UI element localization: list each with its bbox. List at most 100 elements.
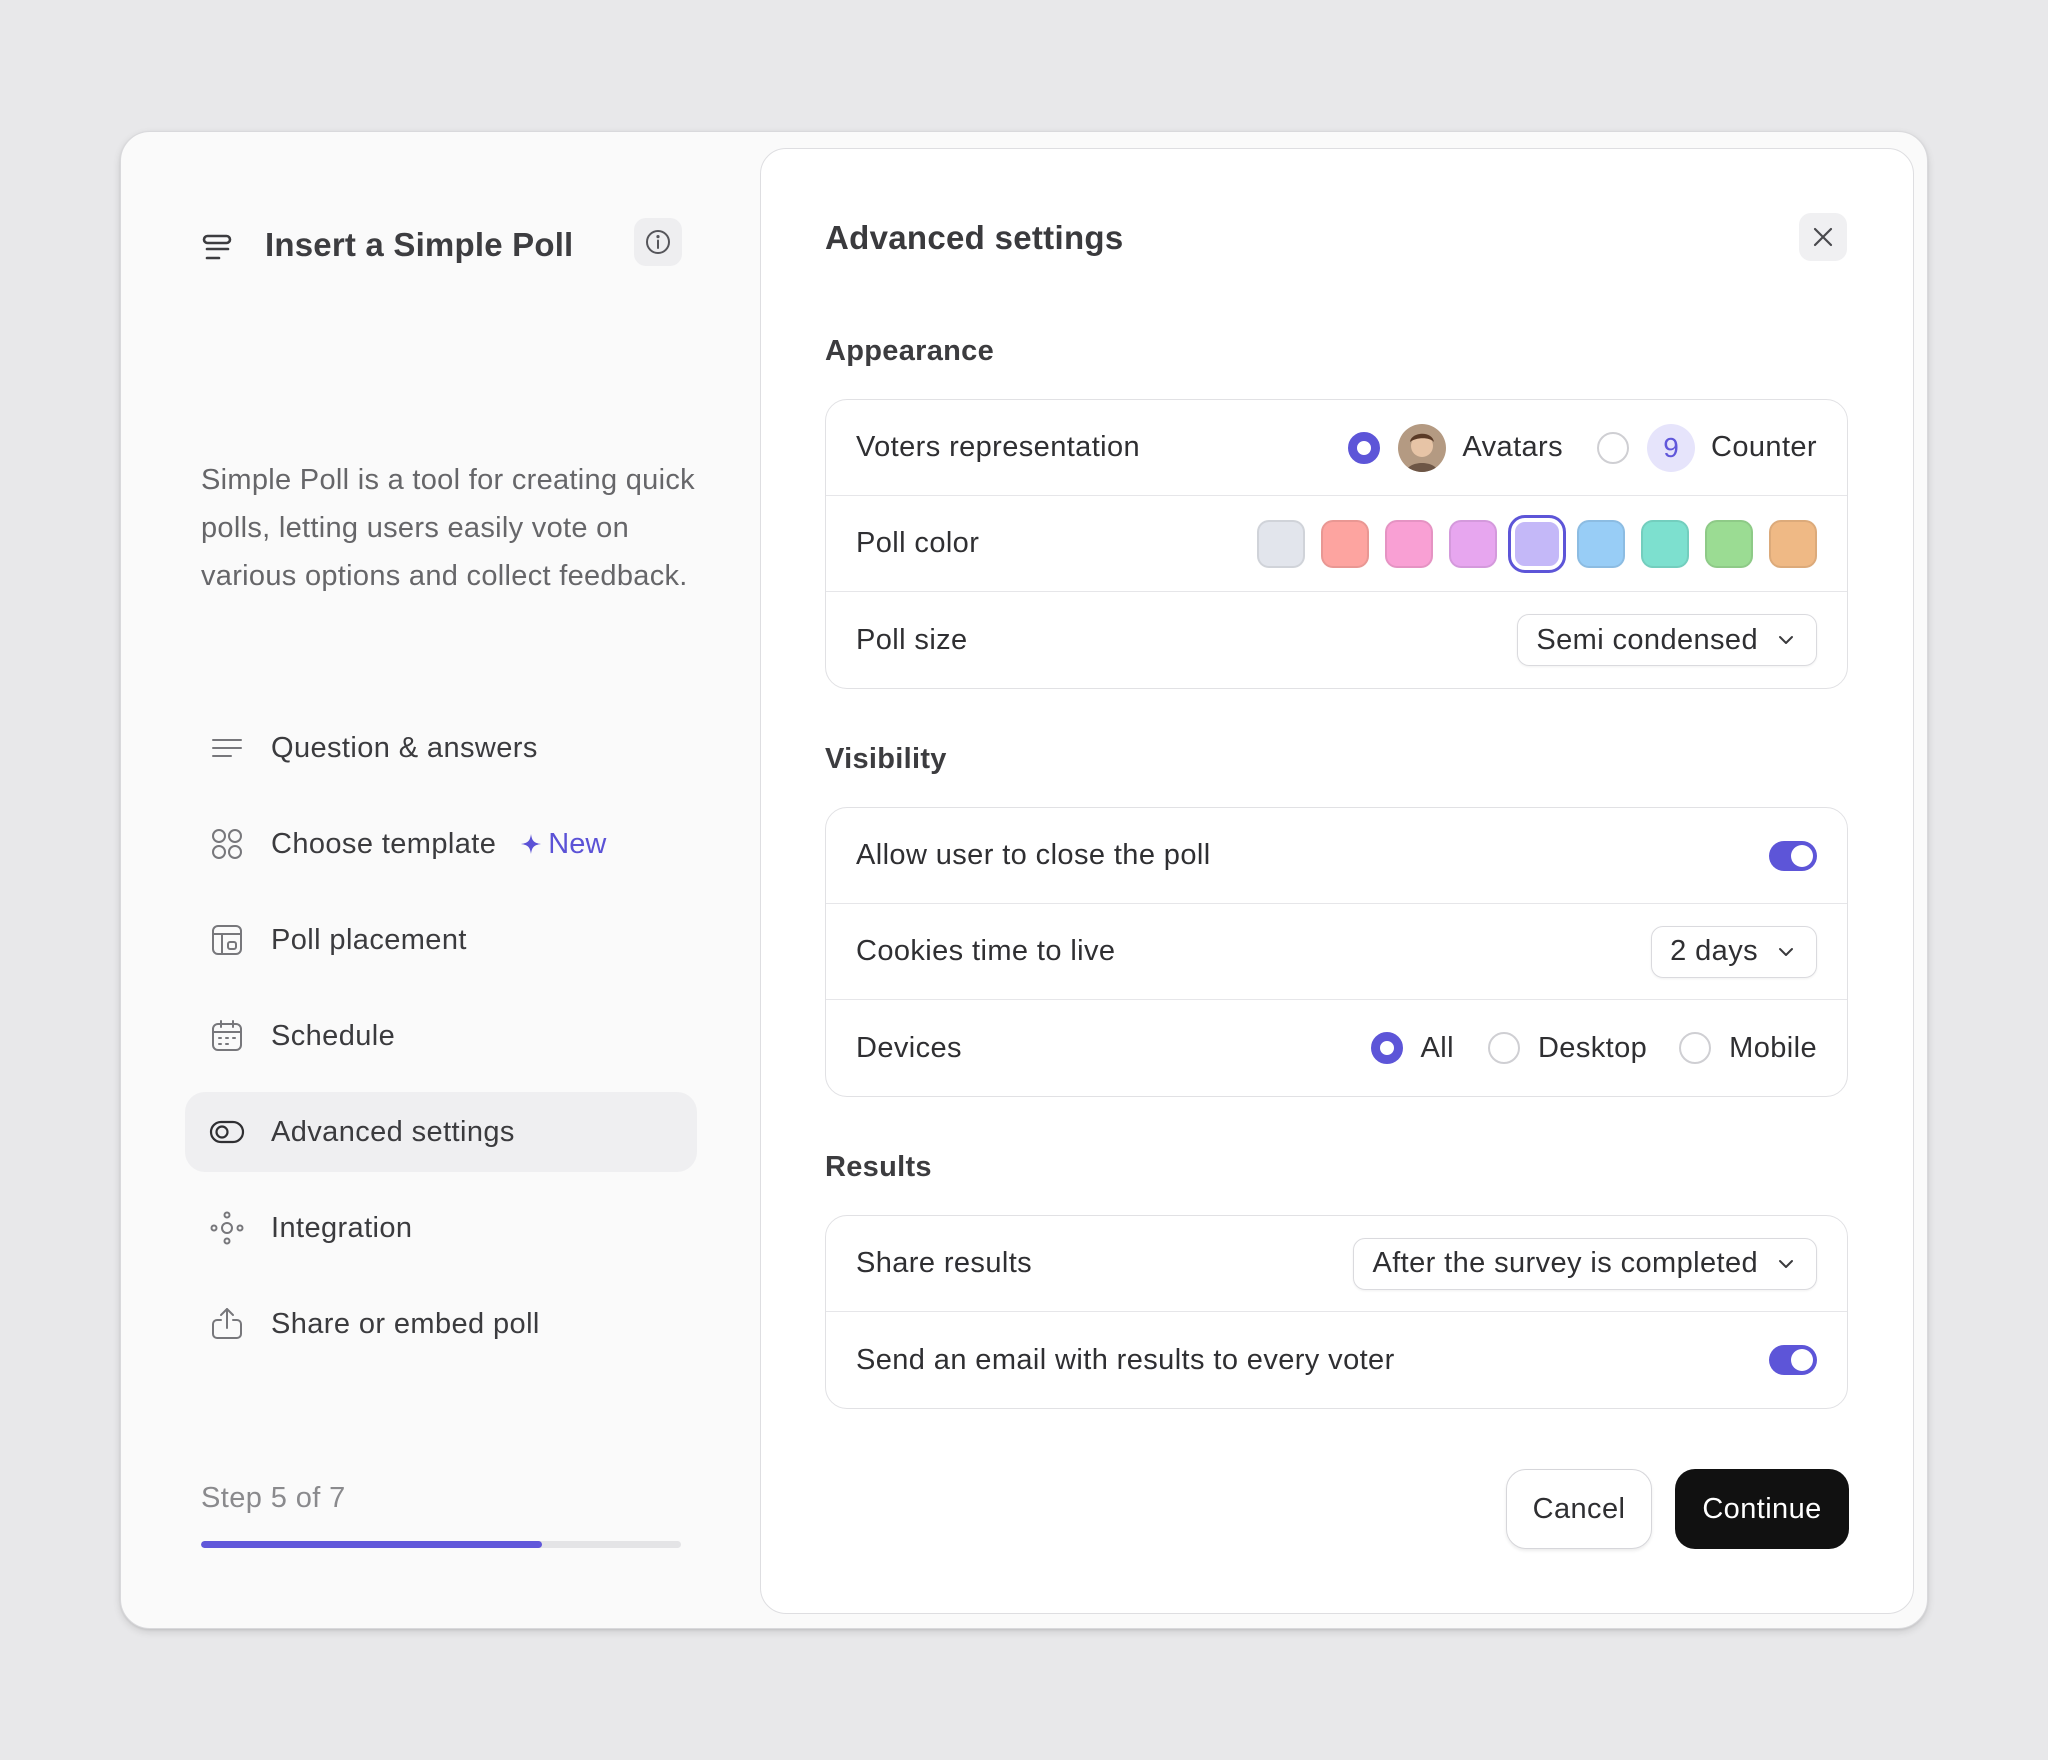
toggle-knob xyxy=(1791,844,1813,867)
sidebar-item-label: Share or embed poll xyxy=(271,1307,540,1340)
new-badge-label: New xyxy=(548,827,607,860)
toggle-knob xyxy=(1791,1349,1813,1371)
sidebar: Insert a Simple Poll Simple Poll is a to… xyxy=(121,132,761,1628)
calendar-icon xyxy=(212,1020,242,1051)
sidebar-header: Insert a Simple Poll xyxy=(201,214,801,280)
sidebar-nav: Question & answers Choose template New P… xyxy=(185,708,697,1380)
poll-size-value: Semi condensed xyxy=(1536,623,1758,656)
sparkle-icon xyxy=(521,834,542,854)
poll-logo-icon xyxy=(202,234,232,260)
color-swatch-gray[interactable] xyxy=(1257,519,1305,568)
color-swatch-orange[interactable] xyxy=(1769,519,1817,568)
close-button[interactable] xyxy=(1799,213,1847,261)
device-mobile-radio[interactable] xyxy=(1679,1032,1712,1064)
poll-color-label: Poll color xyxy=(856,527,980,559)
voters-representation-row: Voters representation Avatars 9 Counter xyxy=(826,400,1847,496)
avatar xyxy=(1398,423,1447,472)
info-button[interactable] xyxy=(634,218,682,266)
sidebar-item-label: Advanced settings xyxy=(271,1115,515,1148)
avatars-radio[interactable] xyxy=(1348,431,1381,464)
new-badge: New xyxy=(520,828,606,861)
devices-options: All Desktop Mobile xyxy=(1370,1031,1817,1065)
sidebar-item-choose-template[interactable]: Choose template New xyxy=(185,804,697,884)
appearance-card: Voters representation Avatars 9 Counter … xyxy=(825,399,1848,689)
sidebar-item-share-embed[interactable]: Share or embed poll xyxy=(185,1284,697,1364)
step-indicator: Step 5 of 7 xyxy=(201,1482,346,1514)
device-all-radio[interactable] xyxy=(1370,1032,1403,1064)
progress-fill xyxy=(201,1541,542,1548)
voters-representation-options: Avatars 9 Counter xyxy=(1348,423,1817,472)
color-swatch-magenta[interactable] xyxy=(1449,519,1497,568)
color-swatches xyxy=(1241,514,1817,573)
sidebar-title: Insert a Simple Poll xyxy=(265,226,574,263)
counter-label: Counter xyxy=(1711,431,1817,463)
color-swatch-teal[interactable] xyxy=(1641,519,1689,568)
voters-representation-label: Voters representation xyxy=(856,431,1141,463)
panel-title: Advanced settings xyxy=(825,219,1124,256)
poll-size-label: Poll size xyxy=(856,623,968,656)
color-swatch-green[interactable] xyxy=(1705,519,1753,568)
grid-circles-icon xyxy=(212,829,242,859)
cookies-row: Cookies time to live 2 days xyxy=(826,904,1847,1000)
color-swatch-red[interactable] xyxy=(1321,519,1369,568)
sidebar-item-schedule[interactable]: Schedule xyxy=(185,996,697,1076)
allow-close-toggle[interactable] xyxy=(1769,840,1817,871)
sidebar-item-poll-placement[interactable]: Poll placement xyxy=(185,900,697,980)
avatars-label: Avatars xyxy=(1462,431,1564,463)
device-mobile-label: Mobile xyxy=(1729,1031,1817,1064)
email-results-row: Send an email with results to every vote… xyxy=(826,1312,1847,1408)
sidebar-item-advanced-settings[interactable]: Advanced settings xyxy=(185,1092,697,1172)
results-card: Share results After the survey is comple… xyxy=(825,1215,1848,1409)
continue-button[interactable]: Continue xyxy=(1675,1469,1849,1549)
color-swatch-blue[interactable] xyxy=(1577,519,1625,568)
share-results-row: Share results After the survey is comple… xyxy=(826,1216,1847,1312)
chevron-down-icon xyxy=(1779,947,1793,956)
poll-dialog: Insert a Simple Poll Simple Poll is a to… xyxy=(120,131,1928,1629)
chevron-down-icon xyxy=(1779,636,1793,644)
share-results-select[interactable]: After the survey is completed xyxy=(1353,1237,1817,1290)
sidebar-item-label: Schedule xyxy=(271,1019,396,1052)
allow-close-label: Allow user to close the poll xyxy=(856,839,1211,871)
section-title-appearance: Appearance xyxy=(825,335,995,367)
chevron-down-icon xyxy=(1779,1259,1793,1268)
close-icon xyxy=(1813,227,1833,247)
device-desktop-radio[interactable] xyxy=(1487,1032,1520,1064)
sidebar-item-label: Choose template xyxy=(271,827,497,860)
visibility-card: Allow user to close the poll Cookies tim… xyxy=(825,807,1848,1097)
sidebar-item-label: Integration xyxy=(271,1211,413,1244)
cookies-label: Cookies time to live xyxy=(856,935,1116,967)
color-swatch-pink[interactable] xyxy=(1385,519,1433,568)
share-results-label: Share results xyxy=(856,1247,1033,1279)
sidebar-item-integration[interactable]: Integration xyxy=(185,1188,697,1268)
info-icon xyxy=(646,230,670,254)
layout-icon xyxy=(212,925,242,955)
toggle-icon xyxy=(209,1120,245,1144)
allow-close-row: Allow user to close the poll xyxy=(826,808,1847,904)
progress-bar xyxy=(201,1541,681,1548)
devices-label: Devices xyxy=(856,1031,962,1064)
cancel-button[interactable]: Cancel xyxy=(1506,1469,1652,1549)
share-results-value: After the survey is completed xyxy=(1372,1247,1758,1279)
email-results-label: Send an email with results to every vote… xyxy=(856,1343,1395,1376)
email-results-toggle[interactable] xyxy=(1769,1345,1817,1375)
device-all-label: All xyxy=(1420,1031,1454,1064)
sidebar-description: Simple Poll is a tool for creating quick… xyxy=(201,464,695,592)
share-icon xyxy=(212,1308,242,1339)
cookies-select[interactable]: 2 days xyxy=(1651,925,1817,978)
poll-color-row: Poll color xyxy=(826,496,1847,592)
cookies-value: 2 days xyxy=(1670,935,1758,967)
counter-radio[interactable] xyxy=(1597,431,1630,464)
sidebar-item-question-answers[interactable]: Question & answers xyxy=(185,708,697,788)
counter-badge: 9 xyxy=(1647,423,1696,472)
color-swatch-violet[interactable] xyxy=(1508,514,1566,573)
sidebar-item-label: Question & answers xyxy=(271,731,538,764)
device-desktop-label: Desktop xyxy=(1537,1031,1648,1064)
poll-size-select[interactable]: Semi condensed xyxy=(1517,614,1817,666)
devices-row: Devices All Desktop Mobile xyxy=(826,1000,1847,1096)
poll-size-row: Poll size Semi condensed xyxy=(826,592,1847,688)
section-title-visibility: Visibility xyxy=(825,743,947,775)
sidebar-item-label: Poll placement xyxy=(271,923,467,956)
text-lines-icon xyxy=(212,739,242,757)
nodes-icon xyxy=(210,1211,244,1245)
section-title-results: Results xyxy=(825,1151,932,1183)
